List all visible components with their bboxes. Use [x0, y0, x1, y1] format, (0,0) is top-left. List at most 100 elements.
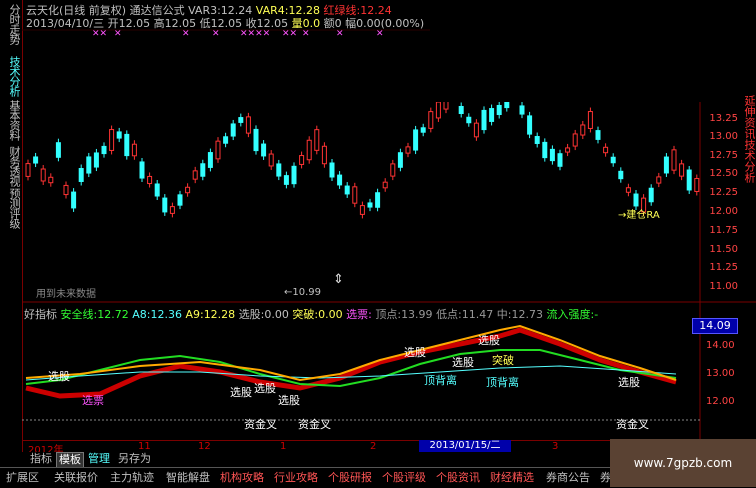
indicator-lines: [25, 324, 677, 399]
signal-label: 选股: [452, 356, 474, 369]
candle-body: [534, 136, 540, 144]
candle-body: [390, 163, 396, 177]
candle-body: [33, 156, 39, 164]
signal-label: 选股: [48, 370, 70, 383]
cursor-date: 2013/01/15/二: [419, 440, 511, 452]
candle-body: [283, 175, 289, 185]
candle-body: [238, 117, 244, 123]
ohlc-line: 2013/04/10/三 开12.05 高12.05 低12.05 收12.05…: [26, 17, 425, 30]
candle-body: [230, 123, 236, 137]
candlesticks: [25, 96, 700, 219]
resize-cursor-icon: ⇕: [333, 272, 344, 287]
candle-body: [268, 153, 274, 167]
candle-body: [382, 181, 388, 189]
candle-body: [443, 100, 449, 110]
candle-body: [435, 101, 441, 119]
signal-label: 资金叉: [616, 417, 649, 431]
signal-label: 选股: [618, 376, 640, 389]
info-strip[interactable]: 延伸资讯技术分析: [738, 95, 756, 183]
btn-rating[interactable]: 个股评级: [382, 469, 426, 486]
candle-body: [671, 149, 677, 171]
current-price-box: 14.09: [692, 318, 738, 334]
btn-industry[interactable]: 行业攻略: [274, 469, 318, 486]
btn-institution[interactable]: 机构攻略: [220, 469, 264, 486]
candle-body: [344, 185, 350, 195]
candle-body: [648, 187, 654, 203]
indicator-labels: 选股选票选股 选股选股选股选股选股选股突破顶背离 顶背离资金叉 资金叉 资金叉: [48, 334, 649, 431]
candle-body: [686, 169, 692, 191]
candle-body: [580, 124, 586, 136]
candle-body: [139, 161, 145, 179]
candle-body: [367, 202, 373, 208]
candle-body: [169, 206, 175, 214]
tab-indicator[interactable]: 指标: [28, 452, 54, 466]
signal-label: 选股: [278, 394, 300, 407]
signal-label: 选股: [478, 334, 500, 347]
candle-body: [496, 104, 502, 116]
tab-manage[interactable]: 管理: [86, 452, 112, 466]
btn-related-quotes[interactable]: 关联报价: [54, 469, 98, 486]
btn-research[interactable]: 个股研报: [328, 469, 372, 486]
overlay-blank: [430, 0, 756, 102]
candle-body: [321, 145, 327, 165]
candle-body: [504, 101, 510, 109]
btn-news[interactable]: 个股资讯: [436, 469, 480, 486]
ind-axis-tick: 14.00: [706, 340, 735, 351]
candle-body: [458, 105, 464, 115]
candle-body: [420, 127, 426, 133]
candle-body: [299, 155, 305, 165]
candle-body: [595, 130, 601, 140]
candle-body: [329, 162, 335, 178]
candle-body: [276, 163, 282, 177]
candle-body: [542, 141, 548, 159]
candle-body: [215, 140, 221, 160]
candle-body: [116, 131, 122, 139]
btn-broker-notice[interactable]: 券商公告: [546, 469, 590, 486]
candle-body: [40, 168, 46, 182]
ind-axis-tick: 13.00: [706, 368, 735, 379]
tab-save-as[interactable]: 另存为: [116, 452, 153, 466]
candle-body: [375, 192, 381, 208]
tab-template[interactable]: 模板: [56, 452, 84, 468]
candle-body: [63, 184, 69, 196]
signal-label: 选票: [82, 394, 104, 407]
candle-body: [55, 142, 61, 158]
candle-body: [663, 156, 669, 174]
candle-body: [557, 153, 563, 167]
signal-label: 突破: [492, 353, 514, 367]
candle-body: [397, 152, 403, 168]
candle-body: [625, 187, 631, 193]
candle-body: [245, 116, 251, 134]
candle-body: [618, 170, 624, 180]
indicator-tab-row: 指标 模板 管理 另存为: [0, 452, 610, 468]
candle-body: [603, 146, 609, 154]
candle-body: [352, 186, 358, 204]
candle-body: [610, 156, 616, 164]
candle-body: [124, 133, 130, 157]
candle-body: [527, 115, 533, 135]
candle-body: [207, 152, 213, 168]
candle-body: [314, 129, 320, 151]
candle-body: [565, 147, 571, 153]
low-price-marker: ←10.99: [284, 287, 322, 298]
candle-body: [185, 186, 191, 194]
btn-finance-picks[interactable]: 财经精选: [490, 469, 534, 486]
candle-body: [413, 129, 419, 151]
watermark: www.7gpzb.com: [610, 439, 756, 487]
candle-body: [481, 109, 487, 131]
candle-body: [572, 133, 578, 147]
signal-label: 选股: [230, 386, 252, 399]
indicator-header: 好指标 安全线:12.72 A8:12.36 A9:12.28 选股:0.00 …: [24, 308, 599, 321]
signal-label: 顶背离: [486, 375, 519, 389]
candle-body: [71, 191, 77, 209]
candle-body: [25, 163, 31, 177]
candle-body: [192, 170, 198, 180]
btn-main-track[interactable]: 主力轨迹: [110, 469, 154, 486]
btn-smart-analysis[interactable]: 智能解盘: [166, 469, 210, 486]
btn-extend-area[interactable]: 扩展区: [6, 469, 39, 486]
signal-label: 资金叉: [298, 417, 331, 431]
candle-body: [261, 143, 267, 157]
candle-body: [694, 178, 700, 192]
candle-body: [359, 205, 365, 215]
candle-body: [633, 193, 639, 207]
